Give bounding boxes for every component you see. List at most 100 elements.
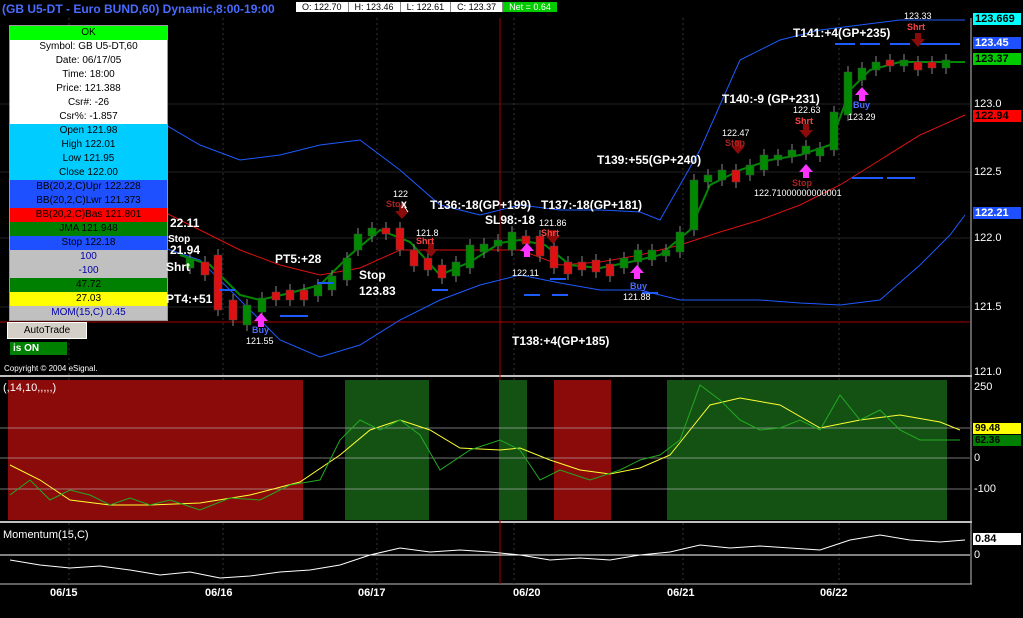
price-tick-label: 121.0 (974, 366, 1002, 378)
short-tag: Shrt (541, 228, 559, 238)
candle-body (717, 169, 727, 181)
short-tag: Shrt (795, 116, 813, 126)
date-tick-label: 06/21 (667, 587, 695, 599)
candle-body (591, 259, 601, 273)
cursor-row: -100 (10, 264, 167, 278)
autotrade-status: is ON (10, 342, 67, 355)
candle-body (242, 304, 252, 326)
cursor-row: Csr#: -26 (10, 96, 167, 110)
short-tag: Shrt (907, 22, 925, 32)
candle-body (367, 227, 377, 237)
short-tag: Shrt (416, 236, 434, 246)
candle-body (857, 67, 867, 81)
price-marker-label: 122.94 (973, 110, 1021, 122)
buy-tag: Buy (630, 281, 648, 291)
candle-body (299, 289, 309, 301)
autotrade-button[interactable]: AutoTrade (7, 322, 87, 339)
price-label-121-88: 121.88 (623, 292, 651, 302)
candle-body (313, 284, 323, 297)
candle-body (731, 169, 741, 183)
trade-label-pt4: PT4:+51 (166, 292, 213, 306)
cci-tick-label: 0 (974, 452, 981, 464)
stop-label: Stop (359, 268, 386, 282)
price-tick-label: 122.5 (974, 166, 1002, 178)
candle-body (395, 227, 405, 251)
cursor-row: Csr%: -1.857 (10, 110, 167, 124)
price-label-122-63: 122.63 (793, 105, 821, 115)
trade-label-pt5: PT5:+28 (275, 252, 322, 266)
candle-body (228, 299, 238, 321)
price-label-122: 122 (393, 189, 409, 199)
sell-arrow (799, 124, 813, 138)
cursor-row: BB(20,2,C)Lwr 121.373 (10, 194, 167, 208)
candle-body (633, 249, 643, 263)
cursor-row: Close 122.00 (10, 166, 167, 180)
candle-body (773, 154, 783, 161)
candle-body (605, 263, 615, 277)
candle-body (913, 61, 923, 71)
candle-body (787, 149, 797, 158)
cursor-row: Symbol: GB U5-DT,60 (10, 40, 167, 54)
candle-body (661, 249, 671, 257)
trade-label-t138: T138:+4(GP+185) (512, 334, 610, 348)
candle-body (689, 179, 699, 231)
candle-body (927, 61, 937, 69)
cursor-row: 100 (10, 250, 167, 264)
momentum-line (9, 534, 966, 579)
candle-body (342, 257, 352, 281)
candle-body (647, 249, 657, 261)
trade-label-t140: T140:-9 (GP+231) (722, 92, 820, 106)
candle-body (675, 231, 685, 253)
candle-body (200, 261, 210, 276)
price-label-122-11: 122.11 (512, 268, 539, 278)
chart-title-bar: (GB U5-DT - Euro BUND,60) Dynamic,8:00-1… (0, 0, 1023, 18)
cursor-row: JMA 121.948 (10, 222, 167, 236)
candle-body (619, 257, 629, 269)
candle-body (493, 239, 503, 247)
candle-body (577, 261, 587, 271)
candle-body (381, 227, 391, 235)
candle-body (521, 235, 531, 245)
date-tick-label: 06/22 (820, 587, 848, 599)
date-tick-label: 06/17 (358, 587, 386, 599)
cci-panel-header: (,14,10,,,,,) (3, 382, 57, 394)
ohlc-close: C: 123.37 (451, 2, 504, 12)
buy-arrow (855, 87, 869, 101)
candle-body (409, 249, 419, 267)
price-label-123-33: 123.33 (904, 11, 932, 21)
candle-body (899, 59, 909, 67)
ohlc-readout: O: 122.70 H: 123.46 L: 122.61 C: 123.37 … (296, 2, 557, 12)
buy-arrow (799, 164, 813, 178)
exit-x-tag: X (401, 200, 408, 210)
cursor-row: Low 121.95 (10, 152, 167, 166)
buy-arrow (630, 265, 644, 279)
candle-body (507, 231, 517, 251)
candle-body (285, 289, 295, 301)
price-marker-label: 123.37 (973, 53, 1021, 65)
trade-label-t137: T137:-18(GP+181) (541, 198, 643, 212)
price-marker-label: 122.21 (973, 207, 1021, 219)
price-label-121-86: 121.86 (539, 218, 567, 228)
price-label-122-71: 122.71000000000001 (754, 188, 842, 198)
candle-body (703, 174, 713, 183)
cursor-row: MOM(15,C) 0.45 (10, 306, 167, 320)
candle-body (451, 261, 461, 277)
candle-body (213, 254, 223, 311)
candle-body (815, 147, 825, 157)
candle-body (843, 71, 853, 116)
stop-label-left: Stop (168, 234, 191, 245)
chart-title: (GB U5-DT - Euro BUND,60) Dynamic,8:00-1… (2, 2, 275, 16)
trade-label-t141: T141:+4(GP+235) (793, 26, 891, 40)
momentum-panel-header: Momentum(15,C) (3, 529, 89, 541)
candle-body (885, 59, 895, 67)
buy-tag: Buy (853, 100, 871, 110)
stop-value: 123.83 (359, 284, 396, 298)
candle-body (759, 154, 769, 171)
ohlc-open: O: 122.70 (296, 2, 349, 12)
buy-tag: Buy (252, 325, 270, 335)
cursor-row: Time: 18:00 (10, 68, 167, 82)
candle-body (829, 111, 839, 151)
cursor-window[interactable]: OK Symbol: GB U5-DT,60 Date: 06/17/05 Time:… (9, 25, 168, 321)
cursor-row: OK (10, 26, 167, 40)
cursor-row: Stop 122.18 (10, 236, 167, 250)
